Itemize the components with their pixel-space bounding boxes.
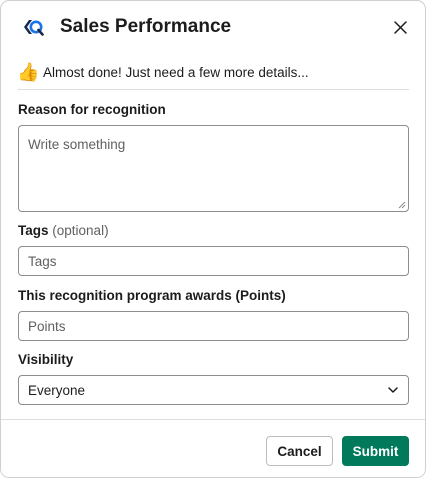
points-input[interactable]: Points [18,311,409,341]
modal-header: Sales Performance [1,1,425,53]
tags-input[interactable]: Tags [18,246,409,276]
thumbs-up-icon: 👍 [17,62,40,82]
reason-textarea[interactable]: Write something [18,125,409,212]
visibility-value: Everyone [28,383,86,398]
visibility-label: Visibility [18,352,74,367]
submit-button[interactable]: Submit [342,436,409,466]
optional-hint: (optional) [52,223,109,238]
recognition-modal: Sales Performance 👍 Almost done! Just ne… [0,0,426,478]
chevron-down-icon [388,387,398,393]
tags-label: Tags (optional) [18,223,109,238]
modal-title: Sales Performance [60,16,232,37]
cancel-button[interactable]: Cancel [266,436,333,466]
close-icon [393,20,407,34]
divider [18,89,409,90]
points-label: This recognition program awards (Points) [18,288,286,303]
points-placeholder: Points [28,319,66,334]
tags-placeholder: Tags [28,254,57,269]
progress-banner: 👍 Almost done! Just need a few more deta… [17,60,309,84]
brand-logo-icon [24,20,44,36]
resize-handle-icon[interactable] [398,201,406,209]
modal-footer: Cancel Submit [1,419,425,477]
reason-placeholder: Write something [28,137,126,152]
close-button[interactable] [389,16,411,38]
reason-label: Reason for recognition [18,102,166,117]
banner-text: Almost done! Just need a few more detail… [43,64,309,80]
modal-body: 👍 Almost done! Just need a few more deta… [1,53,425,419]
visibility-select[interactable]: Everyone [18,375,409,405]
